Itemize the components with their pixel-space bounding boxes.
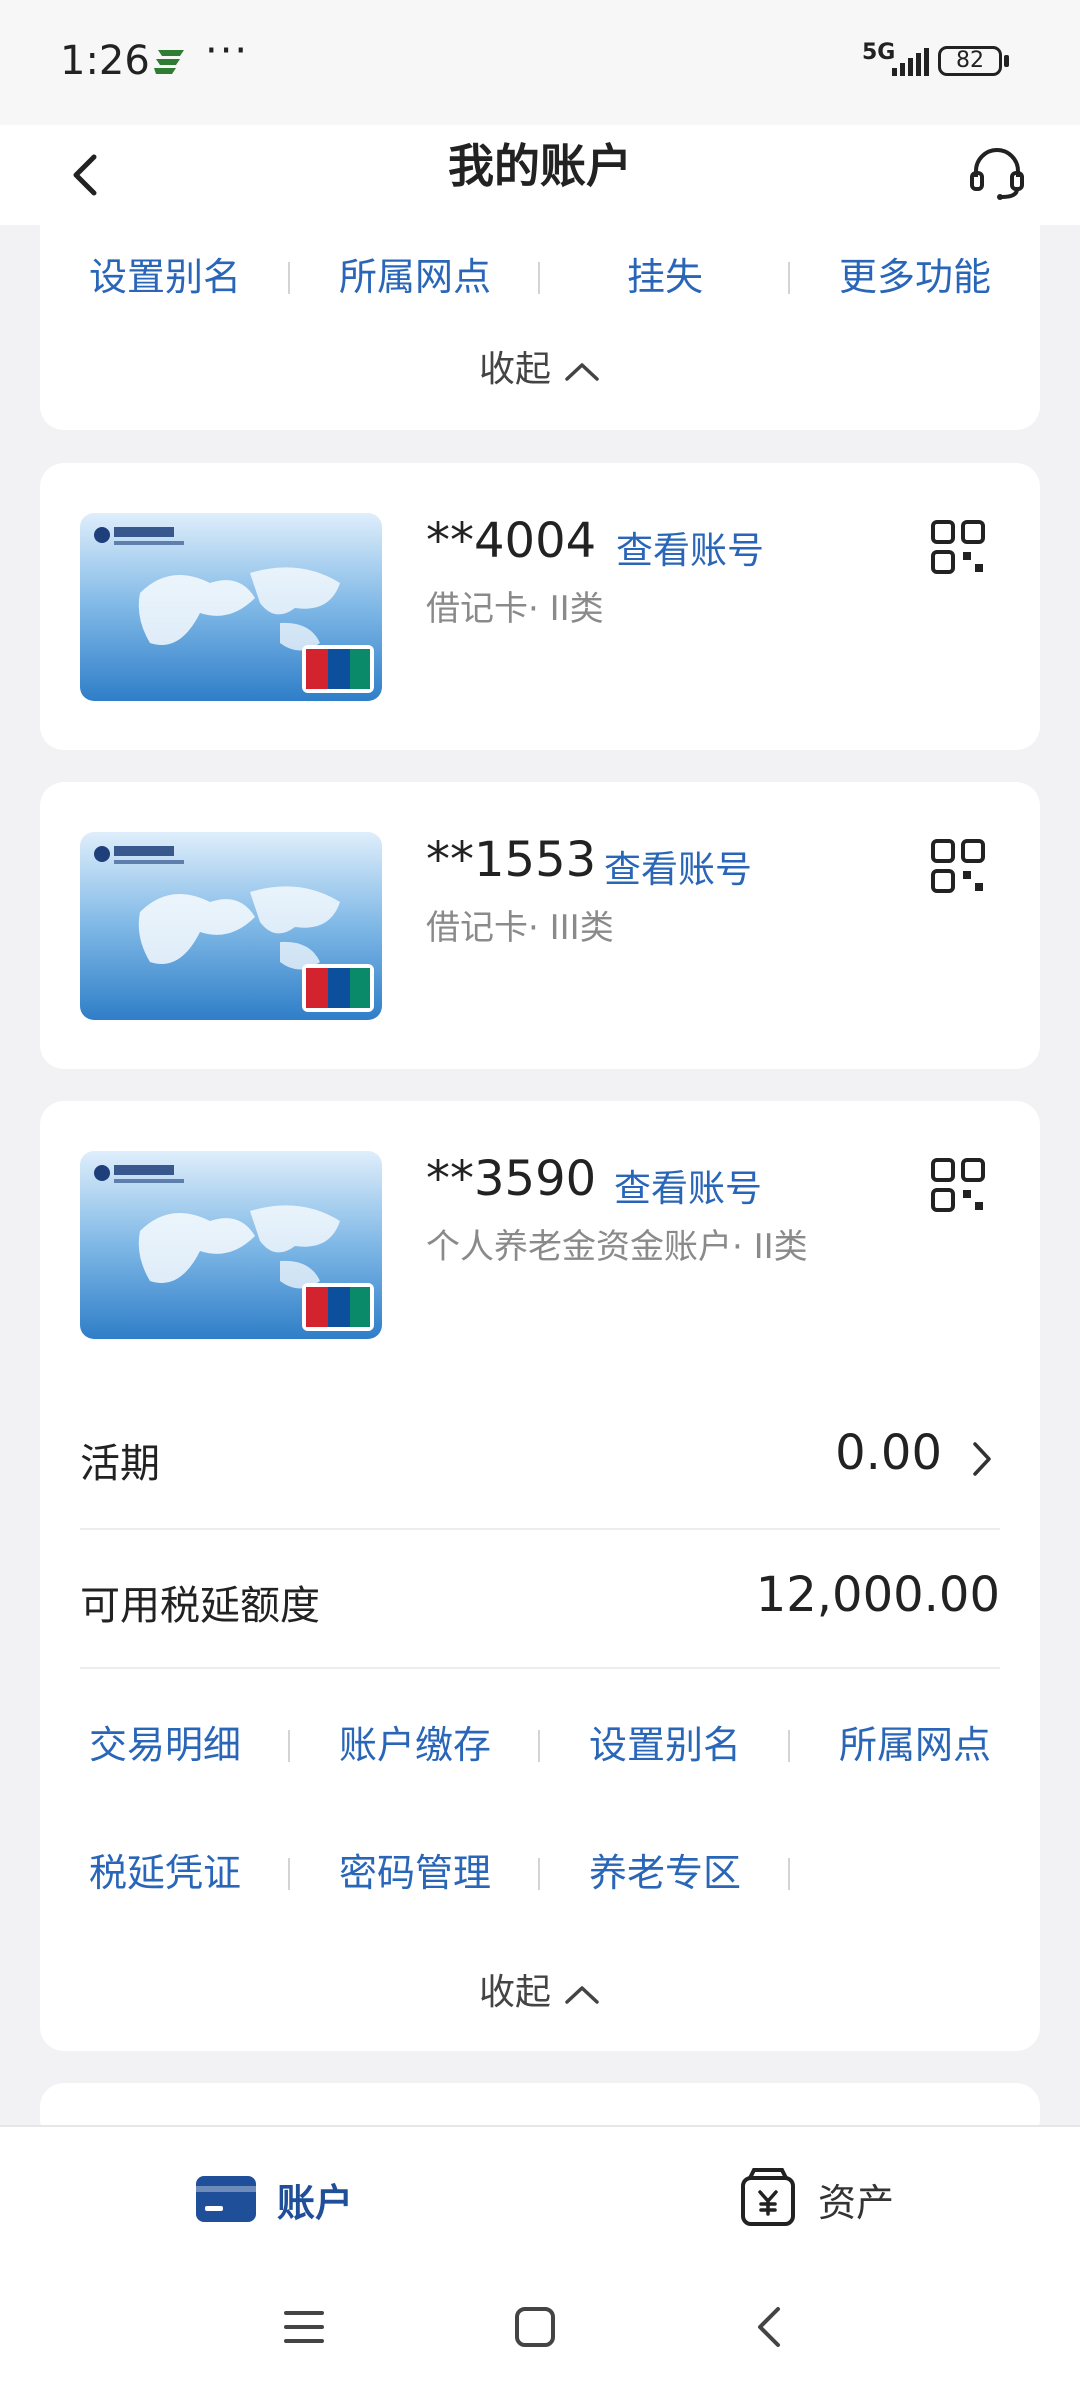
- branch-button[interactable]: 所属网点: [790, 1705, 1040, 1785]
- pension-actions-row-1: 交易明细 账户缴存 设置别名 所属网点: [40, 1705, 1040, 1785]
- set-alias-button[interactable]: 设置别名: [40, 237, 290, 317]
- demand-label: 活期: [80, 1441, 160, 1487]
- view-account-link[interactable]: 查看账号: [616, 520, 764, 574]
- divider: [80, 1667, 1000, 1669]
- transaction-details-button[interactable]: 交易明细: [40, 1705, 290, 1785]
- nav-assets-label: 资产: [818, 2181, 895, 2225]
- status-bar: 1:26 ··· 5G 82: [0, 0, 1080, 125]
- battery-icon: 82: [938, 46, 1002, 76]
- pension-account-card: **3590 查看账号 个人养老金资金账户· II类 活期 0.00 可用税延额…: [40, 1101, 1040, 2051]
- system-back-icon[interactable]: [748, 2305, 792, 2349]
- more-functions-button[interactable]: 更多功能: [790, 237, 1040, 317]
- wallet-yuan-icon: [741, 2168, 795, 2226]
- app-header: 我的账户: [0, 125, 1080, 225]
- account-number: **3590: [426, 1151, 597, 1207]
- qr-code-icon[interactable]: [930, 519, 986, 575]
- status-more: ···: [205, 28, 250, 74]
- bank-card-image: [80, 1151, 382, 1339]
- branch-button[interactable]: 所属网点: [290, 237, 540, 317]
- tax-deferral-quota-row: 可用税延额度 12,000.00: [40, 1551, 1040, 1651]
- chevron-up-icon: [565, 363, 599, 381]
- action-row: 设置别名 所属网点 挂失 更多功能: [40, 237, 1040, 317]
- set-alias-button[interactable]: 设置别名: [540, 1705, 790, 1785]
- view-account-link[interactable]: 查看账号: [614, 1158, 762, 1212]
- demand-deposit-row[interactable]: 活期 0.00: [40, 1411, 1040, 1511]
- account-deposit-button[interactable]: 账户缴存: [290, 1705, 540, 1785]
- collapse-button[interactable]: 收起: [40, 340, 1040, 392]
- collapse-label: 收起: [478, 1972, 551, 2013]
- qr-code-icon[interactable]: [930, 838, 986, 894]
- account-number: **4004: [426, 513, 597, 569]
- chevron-up-icon: [565, 1986, 599, 2004]
- menu-icon[interactable]: [282, 2305, 326, 2349]
- home-icon[interactable]: [513, 2305, 557, 2349]
- collapse-button[interactable]: 收起: [40, 1963, 1040, 2015]
- collapse-label: 收起: [478, 349, 551, 390]
- account-type: 个人养老金资金账户· II类: [426, 1227, 808, 1267]
- password-management-button[interactable]: 密码管理: [290, 1833, 540, 1913]
- page-title: 我的账户: [448, 139, 632, 193]
- tax-quota-value: 12,000.00: [755, 1567, 1000, 1623]
- postal-app-icon: [154, 50, 184, 74]
- account-card[interactable]: **4004 查看账号 借记卡· II类: [40, 463, 1040, 750]
- tax-quota-label: 可用税延额度: [80, 1583, 320, 1629]
- account-type: 借记卡· II类: [426, 589, 604, 629]
- pension-actions-row-2: 税延凭证 密码管理 养老专区: [40, 1833, 1040, 1913]
- demand-value: 0.00: [835, 1425, 942, 1481]
- nav-accounts-tab[interactable]: 账户: [195, 2162, 375, 2242]
- signal-icon: [892, 48, 929, 76]
- nav-accounts-label: 账户: [277, 2181, 354, 2225]
- account-card[interactable]: **1553 查看账号 借记卡· III类: [40, 782, 1040, 1069]
- view-account-link[interactable]: 查看账号: [604, 839, 752, 893]
- bank-card-image: [80, 832, 382, 1020]
- account-card-expanded-top: 设置别名 所属网点 挂失 更多功能 收起: [40, 225, 1040, 430]
- bottom-nav: 账户 资产: [0, 2125, 1080, 2402]
- account-number: **1553: [426, 832, 597, 888]
- pension-zone-button[interactable]: 养老专区: [540, 1833, 790, 1913]
- separator: [788, 1858, 790, 1890]
- status-time: 1:26: [60, 38, 150, 84]
- bank-card-image: [80, 513, 382, 701]
- card-icon: [196, 2176, 256, 2222]
- report-loss-button[interactable]: 挂失: [540, 237, 790, 317]
- chevron-right-icon: [973, 1442, 991, 1476]
- divider: [80, 1528, 1000, 1530]
- tax-certificate-button[interactable]: 税延凭证: [40, 1833, 290, 1913]
- qr-code-icon[interactable]: [930, 1157, 986, 1213]
- account-type: 借记卡· III类: [426, 908, 614, 948]
- customer-service-icon[interactable]: [962, 139, 1032, 209]
- battery-cap: [1004, 55, 1009, 67]
- nav-assets-tab[interactable]: 资产: [740, 2162, 920, 2242]
